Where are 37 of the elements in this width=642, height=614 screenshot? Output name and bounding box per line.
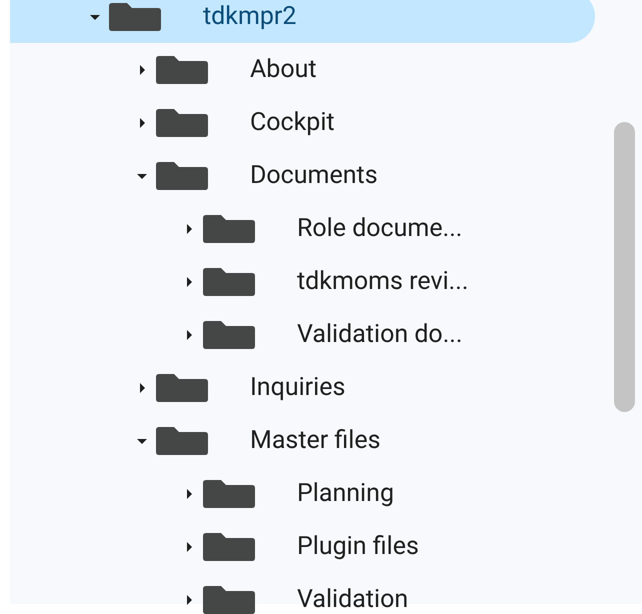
tree-item[interactable]: tdkmoms revi...	[10, 255, 595, 308]
folder-icon	[154, 54, 210, 84]
folder-icon	[107, 2, 163, 32]
folder-icon	[201, 214, 257, 244]
tree-item[interactable]: Inquiries	[10, 361, 595, 414]
tree-item[interactable]: Validation do...	[10, 308, 595, 361]
tree-item-label: tdkmoms revi...	[297, 266, 468, 298]
tree-item-label: Master files	[250, 424, 381, 457]
tree-item-label: Documents	[250, 160, 378, 192]
tree-item[interactable]: Role docume...	[10, 202, 595, 255]
tree-item-label: Planning	[297, 478, 394, 510]
folder-icon	[154, 426, 210, 456]
tree-item-label: Validation do...	[297, 318, 462, 351]
tree-item[interactable]: Cockpit	[10, 96, 595, 149]
folder-icon	[201, 532, 257, 562]
folder-icon	[154, 108, 210, 138]
folder-icon	[201, 266, 257, 296]
tree-item-label: Role docume...	[297, 212, 462, 245]
tree-item[interactable]: Validation	[10, 573, 595, 614]
tree-item[interactable]: About	[10, 43, 595, 96]
folder-icon	[154, 372, 210, 402]
folder-icon	[201, 478, 257, 508]
tree-item-label: Validation	[297, 584, 408, 614]
tree-item[interactable]: tdkmpr2	[10, 0, 595, 43]
folder-icon	[154, 160, 210, 190]
tree-item[interactable]: Documents	[10, 149, 595, 202]
tree-item[interactable]: Planning	[10, 467, 595, 520]
tree-item[interactable]: Plugin files	[10, 520, 595, 573]
tree-item-label: Inquiries	[250, 372, 346, 404]
tree-item-label: About	[250, 54, 317, 86]
folder-icon	[201, 320, 257, 350]
scrollbar-thumb[interactable]	[614, 122, 635, 412]
tree-item[interactable]: Master files	[10, 414, 595, 467]
folder-icon	[201, 584, 257, 614]
tree-item-label: tdkmpr2	[203, 0, 296, 33]
tree-item-label: Plugin files	[297, 530, 419, 563]
tree-item-label: Cockpit	[250, 106, 335, 139]
